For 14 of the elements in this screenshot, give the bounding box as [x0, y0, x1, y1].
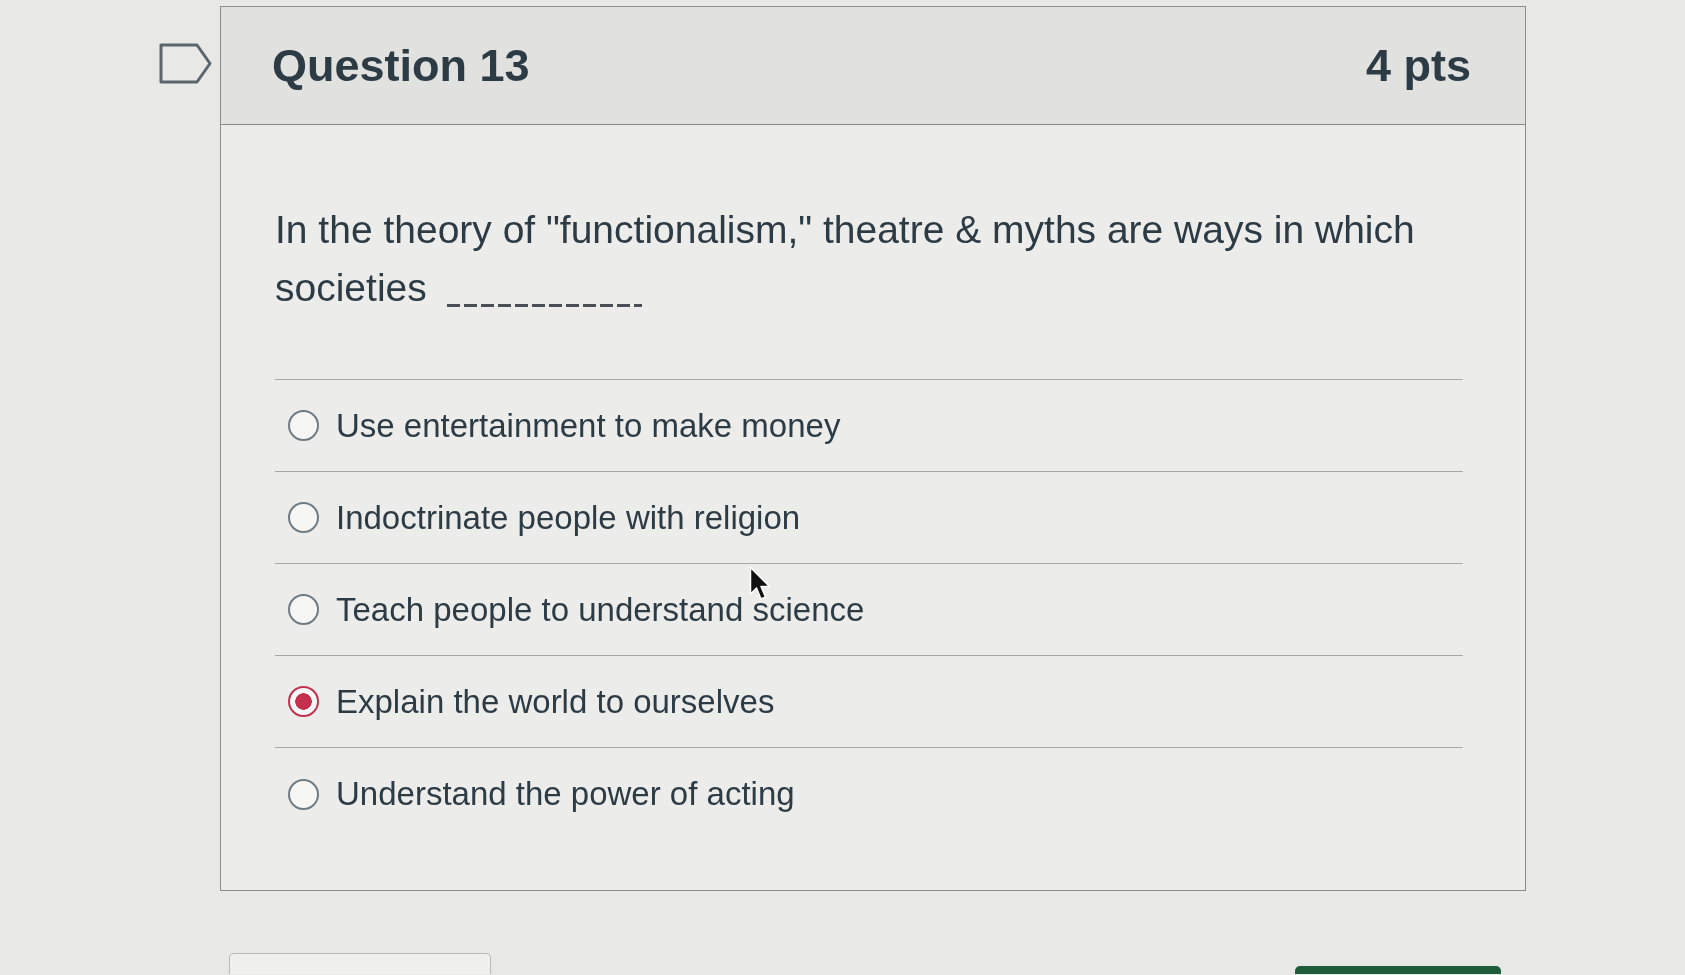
answer-label[interactable]: Understand the power of acting — [336, 775, 795, 813]
radio-button[interactable] — [288, 594, 319, 625]
answer-label[interactable]: Explain the world to ourselves — [336, 682, 775, 721]
radio-button[interactable] — [288, 686, 319, 717]
radio-button[interactable] — [288, 410, 319, 441]
question-text: In the theory of "functionalism," theatre & myths are ways in which societies — [275, 208, 1415, 309]
answer-label[interactable]: Teach people to understand science — [336, 590, 865, 629]
question-title: Question 13 — [272, 39, 530, 92]
answer-label[interactable]: Use entertainment to make money — [336, 406, 841, 445]
flag-icon[interactable] — [159, 43, 212, 84]
points-label: 4 pts — [1365, 39, 1471, 92]
answer-label[interactable]: Indoctrinate people with religion — [336, 498, 801, 537]
radio-button[interactable] — [288, 502, 319, 533]
radio-button[interactable] — [288, 778, 319, 810]
